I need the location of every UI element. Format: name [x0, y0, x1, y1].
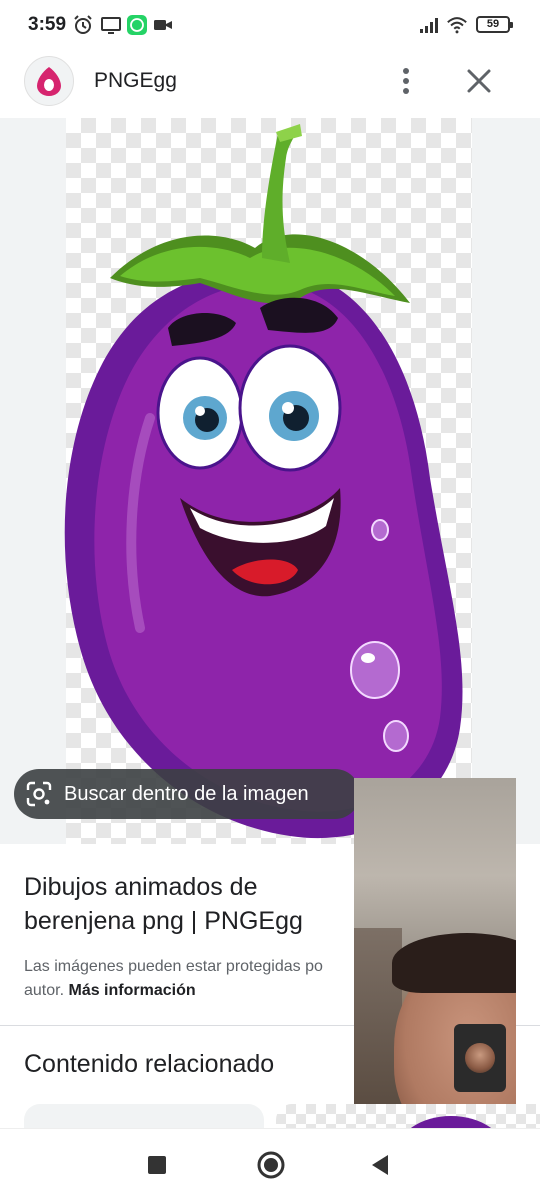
- signal-icon: [420, 18, 438, 33]
- eggplant-cartoon-image: [64, 124, 463, 839]
- navigation-bar: [0, 1128, 540, 1201]
- video-camera-icon: [154, 20, 172, 30]
- back-icon[interactable]: [368, 1149, 392, 1179]
- search-inside-image-button[interactable]: Buscar dentro de la imagen: [14, 769, 360, 819]
- more-vert-icon[interactable]: [392, 64, 420, 98]
- copyright-disclaimer: Las imágenes pueden estar protegidas po …: [24, 955, 354, 1003]
- status-time: 3:59: [28, 14, 67, 35]
- custom-tab-header: PNGEgg: [0, 50, 540, 118]
- home-icon[interactable]: [256, 1149, 286, 1179]
- disclaimer-text: Las imágenes pueden estar protegidas po: [24, 958, 323, 975]
- more-info-link[interactable]: Más información: [68, 982, 195, 999]
- image-preview[interactable]: [0, 118, 540, 844]
- alarm-icon: [74, 15, 92, 34]
- screen-icon: [101, 17, 121, 34]
- wifi-icon: [447, 17, 467, 34]
- status-bar: 3:59 59: [0, 0, 540, 50]
- disclaimer-text-line2: autor.: [24, 982, 65, 999]
- video-call-overlay[interactable]: [354, 778, 516, 1104]
- whatsapp-icon: [127, 15, 147, 35]
- image-title[interactable]: Dibujos animados de berenjena png | PNGE…: [24, 870, 344, 938]
- avatar: [465, 1043, 495, 1073]
- related-content-heading: Contenido relacionado: [24, 1050, 275, 1078]
- self-view-thumbnail[interactable]: [454, 1024, 506, 1092]
- site-name: PNGEgg: [94, 69, 177, 92]
- close-icon[interactable]: [462, 64, 496, 98]
- pngegg-logo-icon: [24, 56, 74, 106]
- video-feed-hair: [392, 933, 516, 993]
- battery-indicator: 59: [476, 16, 513, 33]
- lens-icon: [26, 781, 52, 807]
- recents-icon[interactable]: [146, 1149, 168, 1179]
- search-inside-image-label: Buscar dentro de la imagen: [64, 782, 309, 805]
